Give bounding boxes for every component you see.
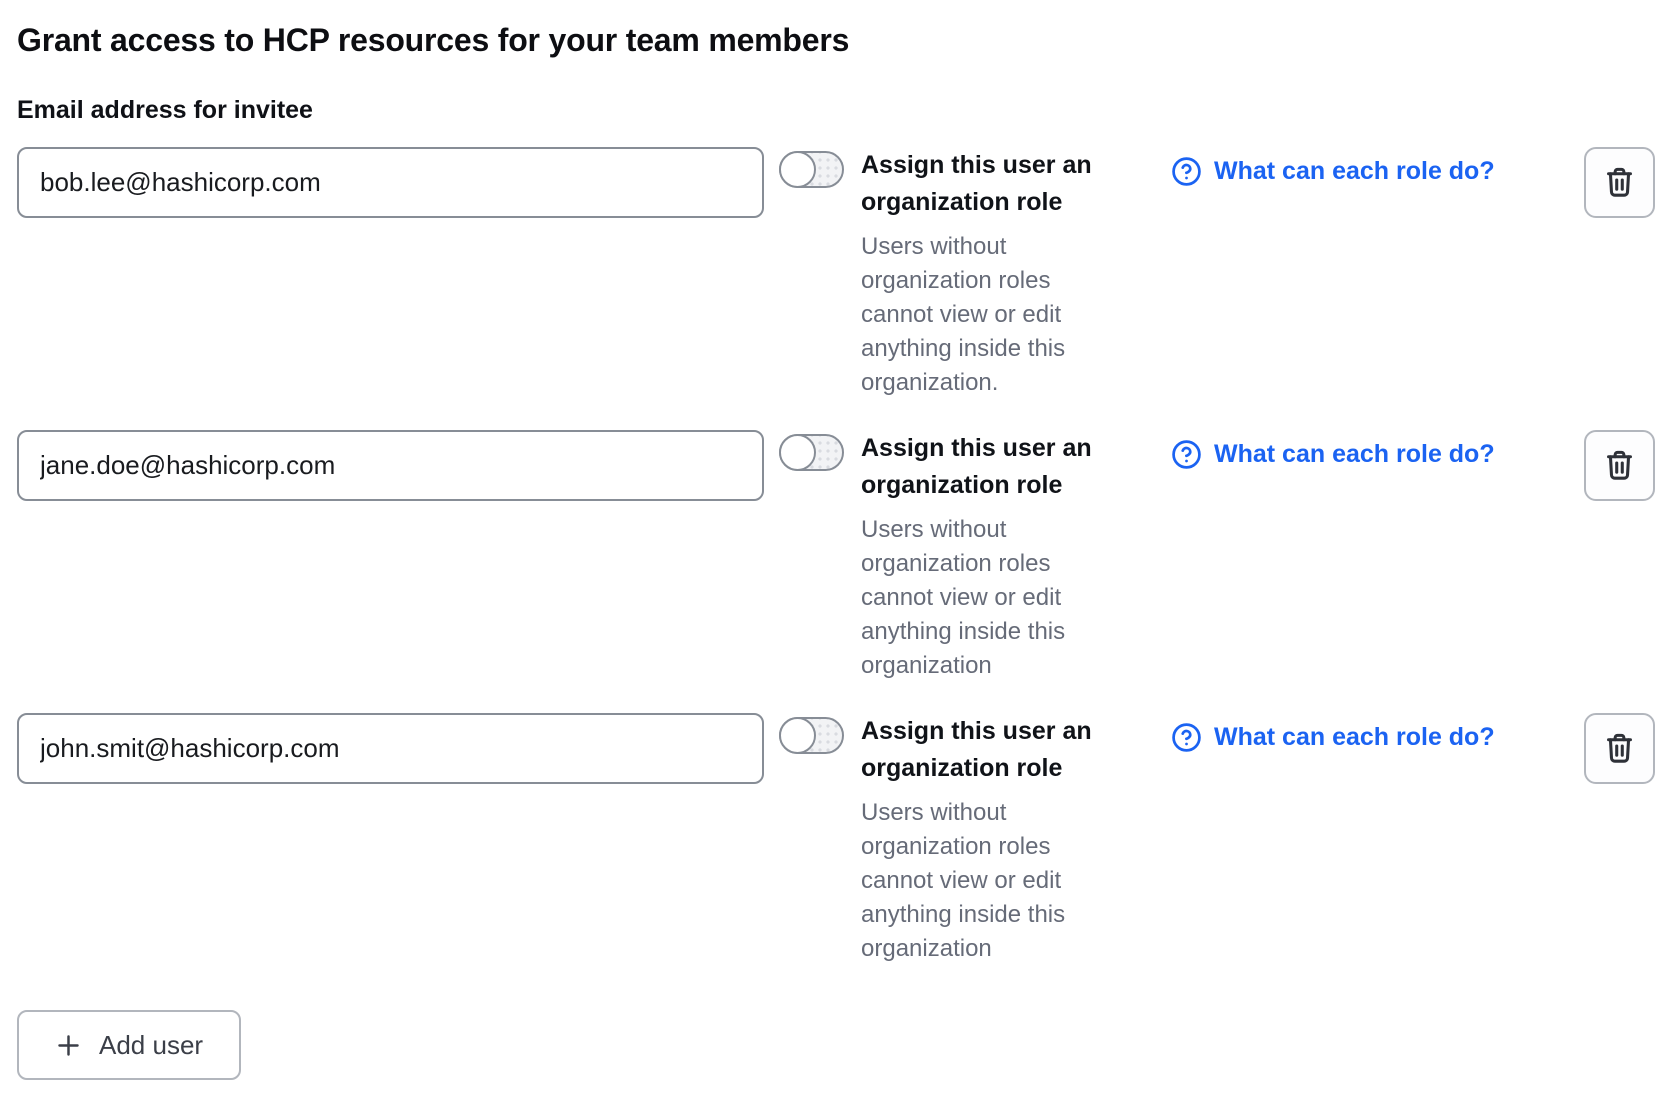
trash-icon	[1602, 731, 1637, 766]
toggle-knob	[779, 151, 816, 188]
question-circle-icon	[1171, 722, 1202, 753]
role-info-link[interactable]: What can each role do?	[1171, 722, 1495, 753]
invite-rows: Assign this user an organization role Us…	[17, 147, 1655, 966]
role-column: Assign this user an organization role Us…	[861, 147, 1123, 400]
role-info-link[interactable]: What can each role do?	[1171, 439, 1495, 470]
org-role-toggle[interactable]	[779, 434, 844, 471]
delete-row-button[interactable]	[1584, 713, 1655, 784]
role-info-link-label: What can each role do?	[1214, 723, 1495, 752]
email-input[interactable]	[17, 430, 764, 501]
role-info-link[interactable]: What can each role do?	[1171, 156, 1495, 187]
trash-icon	[1602, 165, 1637, 200]
invite-row: Assign this user an organization role Us…	[17, 713, 1655, 966]
add-user-button[interactable]: Add user	[17, 1010, 241, 1080]
role-info-link-label: What can each role do?	[1214, 157, 1495, 186]
role-column: Assign this user an organization role Us…	[861, 713, 1123, 966]
invite-row: Assign this user an organization role Us…	[17, 430, 1655, 683]
org-role-toggle[interactable]	[779, 151, 844, 188]
trash-icon	[1602, 448, 1637, 483]
org-role-toggle[interactable]	[779, 717, 844, 754]
page-title: Grant access to HCP resources for your t…	[17, 22, 1655, 59]
toggle-knob	[779, 717, 816, 754]
org-role-label: Assign this user an organization role	[861, 147, 1123, 221]
delete-row-button[interactable]	[1584, 430, 1655, 501]
delete-row-button[interactable]	[1584, 147, 1655, 218]
invite-row: Assign this user an organization role Us…	[17, 147, 1655, 400]
org-role-helper: Users without organization roles cannot …	[861, 796, 1123, 966]
question-circle-icon	[1171, 439, 1202, 470]
email-invitee-label: Email address for invitee	[17, 96, 1655, 125]
role-column: Assign this user an organization role Us…	[861, 430, 1123, 683]
question-circle-icon	[1171, 156, 1202, 187]
email-input[interactable]	[17, 713, 764, 784]
plus-icon	[55, 1032, 82, 1059]
role-info-link-label: What can each role do?	[1214, 440, 1495, 469]
add-user-label: Add user	[99, 1030, 203, 1061]
org-role-helper: Users without organization roles cannot …	[861, 513, 1123, 683]
org-role-helper: Users without organization roles cannot …	[861, 230, 1123, 400]
org-role-label: Assign this user an organization role	[861, 430, 1123, 504]
org-role-label: Assign this user an organization role	[861, 713, 1123, 787]
email-input[interactable]	[17, 147, 764, 218]
toggle-knob	[779, 434, 816, 471]
